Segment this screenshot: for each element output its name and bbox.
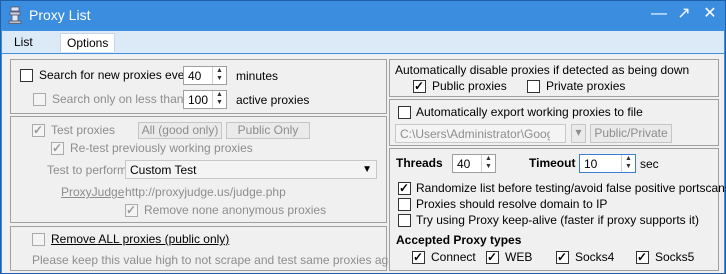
window-title: Proxy List — [29, 7, 91, 23]
spinner-arrows-icon[interactable]: ▲ ▼ — [621, 155, 635, 172]
accepted-types-label: Accepted Proxy types — [396, 233, 522, 247]
test-to-perform-label: Test to perform — [47, 163, 128, 177]
proxy-app-icon — [8, 6, 22, 24]
export-path-field[interactable]: C:\Users\Administrator\Google — [395, 124, 566, 143]
remove-anon-checkbox[interactable]: ✓ — [125, 203, 138, 217]
active-proxies-spinner[interactable]: 100 ▲ ▼ — [183, 90, 227, 109]
type-web-label: WEB — [505, 250, 533, 264]
title-bar[interactable]: Proxy List — ↗ ✕ — [1, 1, 725, 29]
maximize-icon[interactable]: ↗ — [671, 3, 697, 25]
timeout-spinner[interactable]: 10 ▲ ▼ — [579, 154, 636, 173]
search-panel: Search for new proxies every 40 ▲ ▼ minut… — [10, 59, 387, 114]
keep-alive-label: Try using Proxy keep-alive (faster if pr… — [416, 213, 699, 227]
type-socks4-label: Socks4 — [575, 250, 615, 264]
test-to-perform-select[interactable]: Custom Test ▼ — [125, 160, 377, 179]
menu-options[interactable]: Options — [60, 33, 116, 52]
minutes-label: minutes — [236, 69, 279, 83]
threads-spinner[interactable]: 40 ▲ ▼ — [452, 154, 496, 173]
type-socks5-label: Socks5 — [655, 250, 695, 264]
auto-disable-panel: Automatically disable proxies if detecte… — [389, 59, 719, 97]
export-path-value: C:\Users\Administrator\Google — [400, 127, 550, 141]
auto-export-checkbox[interactable] — [398, 106, 411, 119]
export-panel: Automatically export working proxies to … — [389, 99, 719, 146]
threads-value: 40 — [457, 157, 471, 171]
menu-list[interactable]: List — [8, 33, 39, 52]
options-content: Search for new proxies every 40 ▲ ▼ minut… — [2, 54, 726, 273]
search-only-label: Search only on less than — [52, 92, 184, 106]
public-proxies-checkbox[interactable]: ✓ — [413, 79, 426, 93]
minimize-icon[interactable]: — — [646, 3, 672, 25]
remove-all-label: Remove ALL proxies (public only) — [51, 232, 230, 246]
public-only-button[interactable]: Public Only — [226, 122, 310, 139]
search-interval-spinner[interactable]: 40 ▲ ▼ — [183, 66, 227, 85]
active-proxies-label: active proxies — [236, 93, 310, 107]
retest-checkbox[interactable]: ✓ — [51, 141, 64, 155]
all-good-only-button[interactable]: All (good only) — [138, 122, 222, 139]
public-private-button[interactable]: Public/Private — [590, 124, 672, 143]
type-socks5-checkbox[interactable]: ✓ — [636, 250, 649, 264]
timeout-value: 10 — [584, 157, 598, 171]
search-new-label: Search for new proxies every — [39, 68, 195, 82]
randomize-checkbox[interactable]: ✓ — [398, 181, 411, 195]
active-proxies-value: 100 — [188, 93, 209, 107]
keep-alive-checkbox[interactable] — [398, 214, 411, 227]
remove-panel: Remove ALL proxies (public only) Please … — [10, 226, 408, 271]
auto-export-label: Automatically export working proxies to … — [416, 105, 643, 119]
auto-disable-label: Automatically disable proxies if detecte… — [395, 63, 690, 77]
remove-anon-label: Remove none anonymous proxies — [144, 203, 327, 217]
remove-all-checkbox[interactable] — [32, 233, 45, 246]
type-connect-label: Connect — [431, 250, 476, 264]
type-socks4-checkbox[interactable]: ✓ — [556, 250, 569, 264]
proxy-list-window: Proxy List — ↗ ✕ List Options Search for… — [0, 0, 726, 274]
search-new-checkbox[interactable] — [20, 69, 33, 82]
search-only-checkbox[interactable] — [33, 93, 46, 106]
test-proxies-checkbox[interactable]: ✓ — [32, 123, 45, 137]
retest-label: Re-test previously working proxies — [70, 141, 253, 155]
proxy-judge-url[interactable]: http://proxyjudge.us/judge.php — [125, 185, 286, 199]
threads-panel: Threads 40 ▲ ▼ Timeout 10 ▲ ▼ sec ✓ Random… — [389, 148, 726, 271]
test-panel: ✓ Test proxies All (good only) Public On… — [10, 116, 387, 223]
proxy-judge-link[interactable]: ProxyJudge — [61, 185, 124, 199]
private-proxies-label: Private proxies — [546, 79, 626, 93]
randomize-label: Randomize list before testing/avoid fals… — [416, 181, 726, 195]
close-icon[interactable]: ✕ — [697, 3, 723, 25]
path-dropdown-icon[interactable]: ▾ — [571, 124, 586, 143]
timeout-unit-label: sec — [640, 157, 659, 171]
resolve-domain-label: Proxies should resolve domain to IP — [416, 197, 608, 211]
test-to-perform-value: Custom Test — [130, 163, 197, 177]
keep-value-note: Please keep this value high to not scrap… — [32, 253, 408, 267]
public-proxies-label: Public proxies — [432, 79, 507, 93]
chevron-down-icon[interactable]: ▼ — [362, 164, 372, 175]
resolve-domain-checkbox[interactable] — [398, 198, 411, 211]
spinner-arrows-icon[interactable]: ▲ ▼ — [212, 67, 226, 84]
menu-bar: List Options — [2, 31, 724, 53]
threads-label: Threads — [396, 156, 443, 170]
search-interval-value: 40 — [188, 69, 202, 83]
type-web-checkbox[interactable]: ✓ — [486, 250, 499, 264]
spinner-arrows-icon[interactable]: ▲ ▼ — [212, 91, 226, 108]
timeout-label: Timeout — [529, 156, 576, 170]
test-proxies-label: Test proxies — [51, 123, 116, 137]
spinner-arrows-icon[interactable]: ▲ ▼ — [481, 155, 495, 172]
type-connect-checkbox[interactable]: ✓ — [412, 250, 425, 264]
private-proxies-checkbox[interactable] — [527, 80, 540, 93]
